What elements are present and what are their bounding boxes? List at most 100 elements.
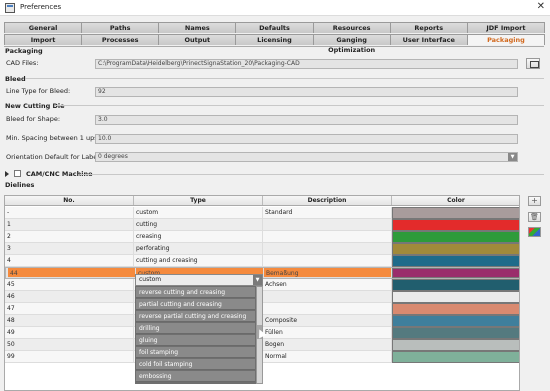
cell-color-swatch[interactable] (392, 327, 519, 339)
tab-ganging-optimization[interactable]: Ganging Optimization (312, 34, 391, 54)
column-header[interactable]: Type (134, 196, 263, 205)
cell-description[interactable]: Normal (263, 351, 392, 363)
cell-no[interactable]: 3 (5, 243, 134, 255)
tab-user-interface[interactable]: User Interface (389, 34, 468, 45)
cell-description[interactable]: Bemaßung (264, 268, 392, 278)
cell-color-swatch[interactable] (392, 207, 519, 219)
column-header[interactable]: No. (5, 196, 134, 205)
dropdown-option[interactable]: foil stamping (136, 347, 255, 358)
cell-type[interactable]: creasing (134, 231, 263, 243)
cell-description[interactable] (263, 255, 392, 267)
column-header[interactable]: Color (392, 196, 519, 205)
tab-row-1: General Paths Names Defaults Resources Report… (4, 22, 545, 33)
table-row[interactable]: 2 creasing (5, 231, 519, 243)
expand-triangle-icon[interactable] (5, 171, 9, 177)
cell-type[interactable]: cutting (134, 219, 263, 231)
type-dropdown[interactable]: custom ▼ reverse cutting and creasing par… (135, 274, 263, 384)
cell-description[interactable]: Composite (263, 315, 392, 327)
cell-description[interactable]: Bogen (263, 339, 392, 351)
tab-output[interactable]: Output (158, 34, 237, 45)
tab-divider (4, 46, 544, 47)
cell-description[interactable]: Achsen (263, 279, 392, 291)
cell-description[interactable] (263, 243, 392, 255)
column-header[interactable]: Description (263, 196, 392, 205)
table-row[interactable]: 1 cutting (5, 219, 519, 231)
app-icon (5, 3, 15, 13)
cell-no[interactable]: 4 (5, 255, 134, 267)
tab-defaults[interactable]: Defaults (235, 22, 314, 33)
tab-general[interactable]: General (4, 22, 83, 33)
cell-type[interactable]: custom (134, 207, 263, 219)
bleed-divider (25, 78, 544, 79)
cell-color-swatch[interactable] (392, 279, 519, 291)
cad-files-field[interactable]: C:\ProgramData\Heidelberg\PrinectSignaSt… (95, 59, 518, 69)
line-type-field[interactable]: 92 (95, 87, 518, 97)
cell-description[interactable] (263, 231, 392, 243)
color-palette-icon[interactable] (528, 227, 541, 237)
cam-divider (80, 174, 544, 175)
bleed-shape-field[interactable]: 3.0 (95, 115, 518, 125)
cell-no[interactable]: 1 (5, 219, 134, 231)
dropdown-option[interactable]: reverse partial cutting and creasing (136, 311, 255, 322)
type-dropdown-field[interactable]: custom ▼ (135, 274, 263, 286)
cell-no[interactable]: - (5, 207, 134, 219)
browse-folder-icon[interactable] (526, 58, 540, 69)
tab-jdf-import[interactable]: JDF Import (466, 22, 545, 33)
type-dropdown-list: reverse cutting and creasing partial cutt… (135, 286, 256, 384)
cam-checkbox[interactable] (14, 170, 21, 177)
cell-no[interactable]: 50 (5, 339, 134, 351)
tab-reports[interactable]: Reports (389, 22, 468, 33)
cell-no[interactable]: 47 (5, 303, 134, 315)
dropdown-option[interactable]: partial cutting and creasing (136, 299, 255, 310)
tab-packaging[interactable]: Packaging (466, 34, 545, 45)
chevron-down-icon[interactable]: ▼ (508, 153, 517, 161)
cell-no[interactable]: 2 (5, 231, 134, 243)
cell-type[interactable]: cutting and creasing (134, 255, 263, 267)
cell-description[interactable]: Standard (263, 207, 392, 219)
dropdown-option[interactable]: gluing (136, 335, 255, 346)
cell-no[interactable]: 99 (5, 351, 134, 363)
cell-description[interactable] (263, 219, 392, 231)
dropdown-option[interactable]: drilling (136, 323, 255, 334)
table-row[interactable]: 4 cutting and creasing (5, 255, 519, 267)
cell-description[interactable] (263, 291, 392, 303)
min-spacing-label: Min. Spacing between 1 ups: (6, 134, 100, 142)
chevron-down-icon[interactable]: ▼ (253, 275, 262, 285)
cell-color-swatch[interactable] (392, 303, 519, 315)
cutting-die-divider (55, 105, 544, 106)
cell-color-swatch[interactable] (392, 231, 519, 243)
tab-processes[interactable]: Processes (81, 34, 160, 45)
cell-description[interactable]: Füllen (263, 327, 392, 339)
cell-color-swatch[interactable] (392, 243, 519, 255)
cell-color-swatch[interactable] (392, 351, 519, 363)
cell-color-swatch[interactable] (392, 268, 519, 278)
dropdown-option[interactable]: embossing (136, 371, 255, 382)
tab-paths[interactable]: Paths (81, 22, 160, 33)
cell-no[interactable]: 45 (5, 279, 134, 291)
close-icon[interactable]: ✕ (537, 1, 545, 12)
cell-description[interactable] (263, 303, 392, 315)
cell-color-swatch[interactable] (392, 339, 519, 351)
add-button[interactable]: + (528, 196, 541, 206)
cell-no[interactable]: 44 (8, 268, 136, 278)
cell-no[interactable]: 46 (5, 291, 134, 303)
bleed-shape-label: Bleed for Shape: (6, 115, 61, 123)
orientation-select[interactable]: 0 degrees ▼ (95, 152, 518, 162)
dropdown-option[interactable]: reverse cutting and creasing (136, 287, 255, 298)
delete-icon[interactable]: 🗑 (528, 212, 541, 222)
cell-type[interactable]: perforating (134, 243, 263, 255)
min-spacing-field[interactable]: 10.0 (95, 134, 518, 144)
cell-no[interactable]: 49 (5, 327, 134, 339)
tab-licensing[interactable]: Licensing (235, 34, 314, 45)
dropdown-option[interactable]: cold foil stamping (136, 359, 255, 370)
cell-no[interactable]: 48 (5, 315, 134, 327)
cell-color-swatch[interactable] (392, 255, 519, 267)
cell-color-swatch[interactable] (392, 315, 519, 327)
cell-color-swatch[interactable] (392, 291, 519, 303)
table-row[interactable]: - custom Standard (5, 207, 519, 219)
table-row[interactable]: 3 perforating (5, 243, 519, 255)
tab-import[interactable]: Import (4, 34, 83, 45)
tab-resources[interactable]: Resources (312, 22, 391, 33)
tab-names[interactable]: Names (158, 22, 237, 33)
cell-color-swatch[interactable] (392, 219, 519, 231)
